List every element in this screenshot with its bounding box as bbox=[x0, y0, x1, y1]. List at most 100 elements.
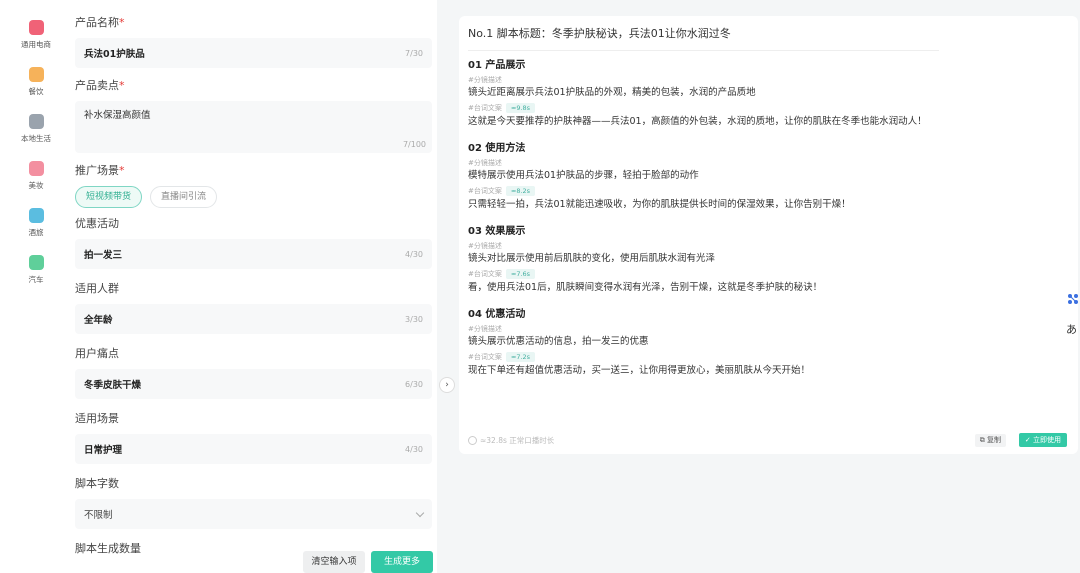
copy-text: 看，使用兵法01后，肌肤瞬间变得水润有光泽，告别干燥，这就是冬季护肤的秘诀！ bbox=[468, 282, 823, 293]
word-count-select[interactable]: 不限制 bbox=[75, 499, 432, 529]
car-icon bbox=[28, 255, 44, 270]
duration-badge: ≈7.2s bbox=[505, 352, 536, 362]
copy-text: 这就是今天要推荐的护肤神器——兵法01，高颜值的外包装，水润的质地，让你的肌肤在… bbox=[468, 116, 927, 127]
food-icon bbox=[28, 67, 44, 82]
result-card: No.1 脚本标题：冬季护肤秘诀，兵法01让你水润过冬 01 产品展示 #分镜描… bbox=[459, 16, 1078, 454]
clear-button[interactable]: 清空输入项 bbox=[303, 551, 365, 573]
nav-item-travel[interactable]: 酒旅 bbox=[14, 208, 58, 255]
use-now-button[interactable]: ✓ 立即使用 bbox=[1018, 433, 1067, 447]
nav-item-food[interactable]: 餐饮 bbox=[14, 67, 58, 114]
script-form: 产品名称* 兵法01护肤品 7/30 产品卖点* 补水保湿高颜值 7/100 推… bbox=[75, 14, 432, 558]
section-title: 02 使用方法 bbox=[468, 143, 526, 154]
audience-label: 适用人群 bbox=[75, 282, 119, 295]
use-now-button-label: 立即使用 bbox=[1033, 436, 1061, 444]
pain-point-label: 用户痛点 bbox=[75, 347, 119, 360]
pain-point-value: 冬季皮肤干燥 bbox=[84, 380, 142, 391]
script-section: 04 优惠活动 #分镜描述 镜头展示优惠活动的信息，拍一发三的优惠 #台词文案 … bbox=[468, 308, 1069, 378]
copy-text: 只需轻轻一拍，兵法01就能迅速吸收，为你的肌肤提供长时间的保湿效果，让你告别干燥… bbox=[468, 199, 851, 210]
word-count-label: 脚本字数 bbox=[75, 477, 119, 490]
nav-label: 酒旅 bbox=[28, 228, 44, 237]
shopping-bag-icon bbox=[28, 20, 44, 35]
char-count: 4/30 bbox=[405, 444, 423, 454]
script-section: 03 效果展示 #分镜描述 镜头对比展示使用前后肌肤的变化，使用后肌肤水润有光泽… bbox=[468, 225, 1069, 295]
store-icon bbox=[28, 114, 44, 129]
collapse-toggle[interactable]: › bbox=[439, 377, 455, 393]
copy-button-label: 复制 bbox=[987, 436, 1001, 444]
duration-badge: ≈9.8s bbox=[505, 103, 536, 113]
audience-value: 全年龄 bbox=[84, 315, 113, 326]
section-title: 04 优惠活动 bbox=[468, 309, 526, 320]
word-count-value: 不限制 bbox=[84, 510, 113, 521]
use-scene-label: 适用场景 bbox=[75, 412, 119, 425]
nav-item-local[interactable]: 本地生活 bbox=[14, 114, 58, 161]
shot-label: #分镜描述 bbox=[468, 76, 502, 84]
total-duration-note: ≈32.8s 正常口播时长 bbox=[468, 435, 554, 446]
char-count: 4/30 bbox=[405, 249, 423, 259]
nav-item-auto[interactable]: 汽车 bbox=[14, 255, 58, 302]
copy-label-row: #台词文案 ≈8.2s bbox=[468, 185, 1069, 197]
tab-short-video[interactable]: 短视频带货 bbox=[75, 186, 143, 208]
translate-icon[interactable]: あ bbox=[1066, 321, 1080, 337]
selling-point-label: 产品卖点* bbox=[75, 79, 125, 92]
copy-label-row: #台词文案 ≈7.6s bbox=[468, 268, 1069, 280]
nav-label: 美妆 bbox=[28, 181, 44, 190]
chevron-down-icon bbox=[415, 508, 425, 517]
nav-label: 餐饮 bbox=[28, 87, 44, 96]
promotion-value: 拍一发三 bbox=[84, 250, 123, 261]
category-nav: 通用电商 餐饮 本地生活 美妆 酒旅 汽车 bbox=[14, 20, 58, 302]
shot-text: 镜头近距离展示兵法01护肤品的外观，精美的包装，水润的产品质地 bbox=[468, 87, 756, 98]
script-section: 02 使用方法 #分镜描述 模特展示使用兵法01护肤品的步骤，轻拍于脸部的动作 … bbox=[468, 142, 1069, 212]
divider bbox=[468, 50, 939, 51]
hotel-icon bbox=[28, 208, 44, 223]
lipstick-icon bbox=[28, 161, 44, 176]
side-float-toolbar: あ bbox=[1066, 292, 1080, 337]
char-count: 7/30 bbox=[405, 48, 423, 58]
product-name-value: 兵法01护肤品 bbox=[84, 49, 145, 60]
script-title: No.1 脚本标题：冬季护肤秘诀，兵法01让你水润过冬 bbox=[468, 27, 731, 40]
nav-item-ecommerce[interactable]: 通用电商 bbox=[14, 20, 58, 67]
char-count: 7/100 bbox=[402, 140, 426, 149]
scene-tabs: 短视频带货 直播间引流 bbox=[75, 186, 432, 208]
scene-label: 推广场景* bbox=[75, 164, 125, 177]
product-name-input[interactable]: 兵法01护肤品 7/30 bbox=[75, 38, 432, 68]
copy-label: #台词文案 bbox=[468, 270, 502, 278]
left-panel: 通用电商 餐饮 本地生活 美妆 酒旅 汽车 产品名称* 兵法01护肤品 7/30… bbox=[0, 0, 437, 573]
use-scene-input[interactable]: 日常护理 4/30 bbox=[75, 434, 432, 464]
copy-label-row: #台词文案 ≈9.8s bbox=[468, 102, 1069, 114]
duration-badge: ≈8.2s bbox=[505, 186, 536, 196]
tab-live-stream[interactable]: 直播间引流 bbox=[150, 186, 218, 208]
copy-button[interactable]: ⧉ 复制 bbox=[974, 434, 1006, 447]
section-title: 03 效果展示 bbox=[468, 226, 526, 237]
copy-text: 现在下单还有超值优惠活动，买一送三，让你用得更放心，美丽肌肤从今天开始！ bbox=[468, 365, 811, 376]
pain-point-input[interactable]: 冬季皮肤干燥 6/30 bbox=[75, 369, 432, 399]
shot-text: 镜头对比展示使用前后肌肤的变化，使用后肌肤水润有光泽 bbox=[468, 253, 716, 264]
section-title: 01 产品展示 bbox=[468, 60, 526, 71]
copy-label: #台词文案 bbox=[468, 353, 502, 361]
generate-button[interactable]: 生成更多 bbox=[371, 551, 433, 573]
shot-text: 镜头展示优惠活动的信息，拍一发三的优惠 bbox=[468, 336, 649, 347]
nav-item-beauty[interactable]: 美妆 bbox=[14, 161, 58, 208]
selling-point-textarea[interactable]: 补水保湿高颜值 7/100 bbox=[75, 101, 432, 153]
nav-label: 通用电商 bbox=[21, 40, 51, 49]
selling-point-value: 补水保湿高颜值 bbox=[84, 110, 151, 121]
duration-badge: ≈7.6s bbox=[505, 269, 536, 279]
total-duration-text: ≈32.8s 正常口播时长 bbox=[480, 436, 555, 445]
promotion-input[interactable]: 拍一发三 4/30 bbox=[75, 239, 432, 269]
ai-assistant-icon[interactable] bbox=[1066, 292, 1080, 306]
nav-label: 汽车 bbox=[28, 275, 44, 284]
char-count: 3/30 bbox=[405, 314, 423, 324]
copy-label: #台词文案 bbox=[468, 104, 502, 112]
copy-label-row: #台词文案 ≈7.2s bbox=[468, 351, 1069, 363]
product-name-label: 产品名称* bbox=[75, 16, 125, 29]
copy-label: #台词文案 bbox=[468, 187, 502, 195]
shot-label: #分镜描述 bbox=[468, 159, 502, 167]
char-count: 6/30 bbox=[405, 379, 423, 389]
shot-label: #分镜描述 bbox=[468, 325, 502, 333]
action-bar: 清空输入项 生成更多 bbox=[0, 545, 437, 573]
script-section: 01 产品展示 #分镜描述 镜头近距离展示兵法01护肤品的外观，精美的包装，水润… bbox=[468, 59, 1069, 129]
clock-icon bbox=[468, 436, 477, 445]
shot-text: 模特展示使用兵法01护肤品的步骤，轻拍于脸部的动作 bbox=[468, 170, 699, 181]
use-scene-value: 日常护理 bbox=[84, 445, 123, 456]
audience-input[interactable]: 全年龄 3/30 bbox=[75, 304, 432, 334]
shot-label: #分镜描述 bbox=[468, 242, 502, 250]
